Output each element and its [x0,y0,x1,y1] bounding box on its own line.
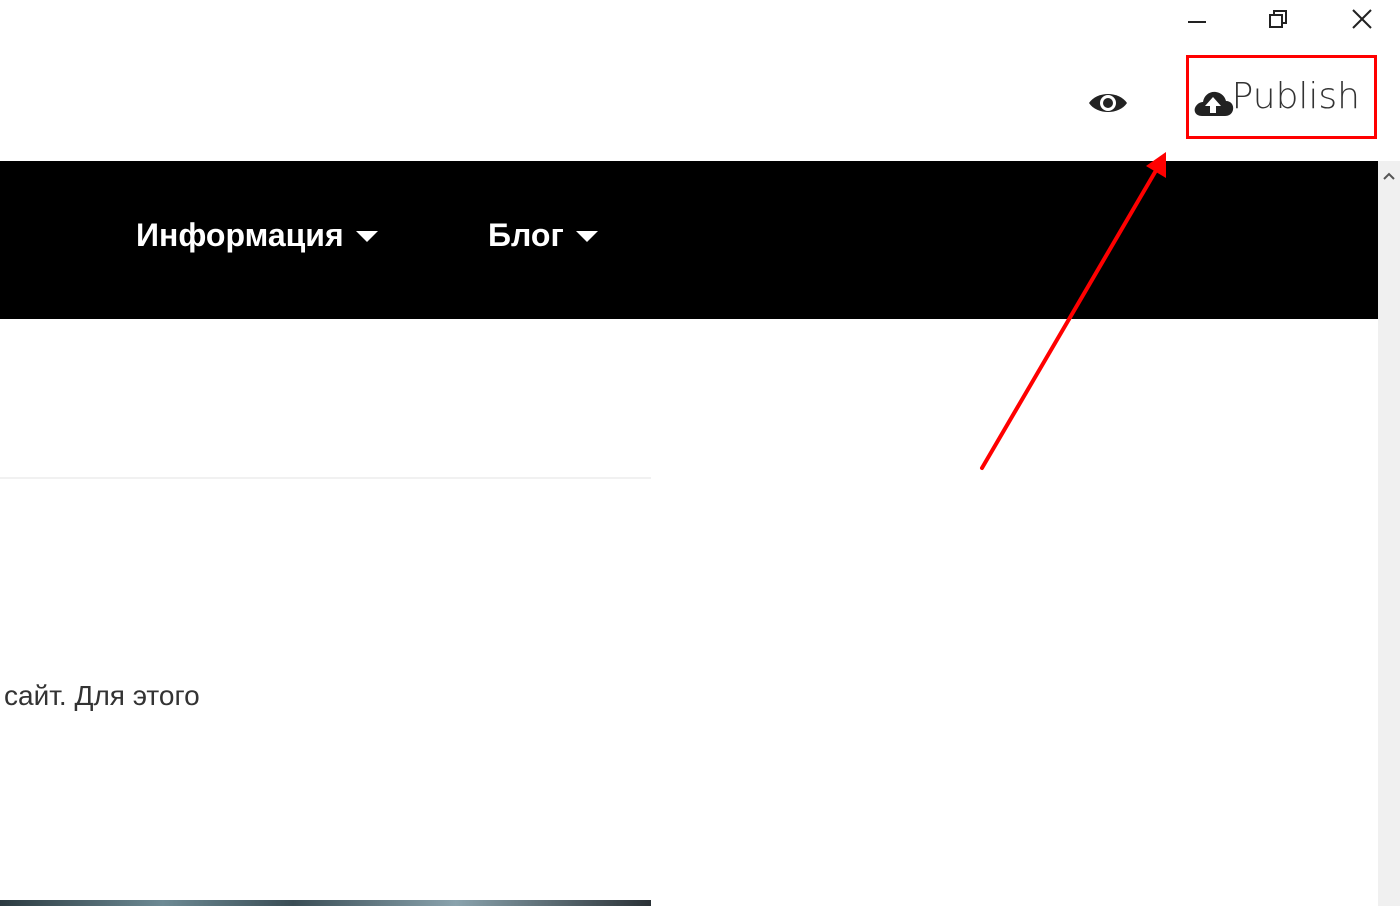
content-image [0,900,651,906]
publish-label: Publish [1231,76,1360,117]
eye-icon [1089,94,1127,112]
restore-icon [1269,10,1287,28]
close-icon [1352,9,1372,29]
body-text: сайт. Для этого [4,680,200,711]
cloud-upload-icon [1194,91,1234,116]
section-divider [0,477,651,479]
site-navbar: Информация Блог [0,161,1378,319]
nav-item-information[interactable]: Информация [136,219,378,251]
preview-button[interactable] [1086,86,1130,120]
chevron-up-icon [1383,172,1395,180]
minimize-button[interactable] [1177,4,1217,34]
caret-down-icon [355,230,378,242]
scroll-up-button[interactable] [1378,167,1400,185]
restore-button[interactable] [1258,4,1298,34]
minimize-icon [1188,21,1206,23]
vertical-scrollbar[interactable] [1378,161,1400,906]
close-button[interactable] [1342,4,1382,34]
nav-item-label: Информация [136,217,344,253]
nav-item-blog[interactable]: Блог [488,219,598,251]
nav-item-label: Блог [488,217,564,253]
caret-down-icon [575,230,598,242]
publish-button[interactable]: Publish [1186,55,1377,139]
